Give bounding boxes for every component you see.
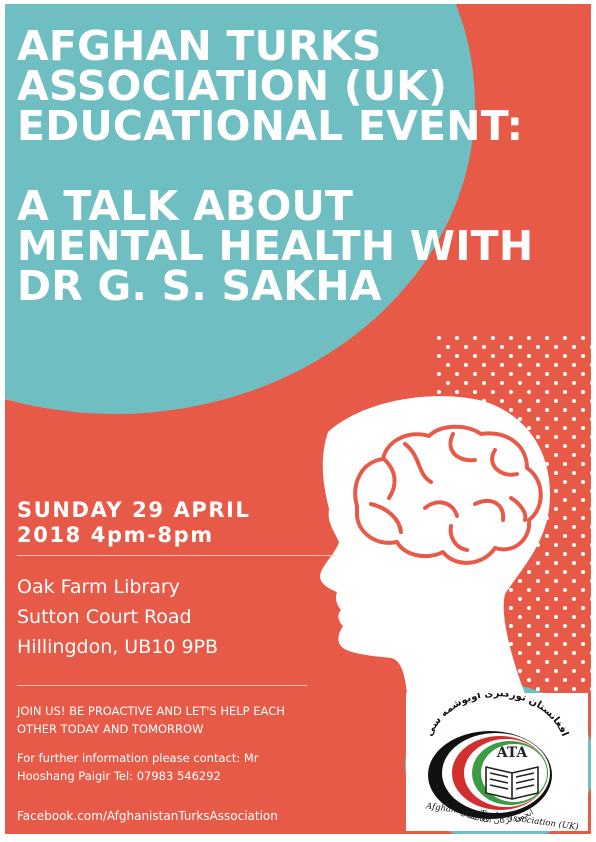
- contact-line: Hooshang Paigir Tel: 07983 546292: [17, 769, 221, 783]
- venue-address: Oak Farm Library Sutton Court Road Hilli…: [17, 572, 218, 662]
- headline-line: MENTAL HEALTH WITH: [17, 222, 534, 270]
- venue-street: Sutton Court Road: [17, 606, 192, 628]
- headline-line: ASSOCIATION (UK): [17, 62, 448, 110]
- event-poster: AFGHAN TURKS ASSOCIATION (UK) EDUCATIONA…: [0, 0, 596, 842]
- facebook-link[interactable]: Facebook.com/AfghanistanTurksAssociation: [17, 809, 278, 823]
- headline-line: AFGHAN TURKS: [17, 22, 382, 70]
- headline-line: DR G. S. SAKHA: [17, 262, 382, 310]
- call-to-action-line: JOIN US! BE PROACTIVE AND LET'S HELP EAC…: [17, 704, 285, 718]
- headline-line: A TALK ABOUT: [17, 182, 354, 230]
- call-to-action-line: OTHER TODAY AND TOMORROW: [17, 722, 204, 736]
- event-date: SUNDAY 29 APRIL 2018 4pm-8pm: [17, 498, 251, 548]
- logo-emblem: افغانستان تورکلری اویوشمه سی ATA انجمن ت…: [424, 688, 579, 833]
- logo-abbreviation: ATA: [496, 745, 529, 761]
- venue-name: Oak Farm Library: [17, 576, 180, 598]
- contact-info: For further information please contact: …: [17, 749, 347, 785]
- divider: [17, 555, 335, 556]
- call-to-action: JOIN US! BE PROACTIVE AND LET'S HELP EAC…: [17, 702, 347, 738]
- event-date-line: SUNDAY 29 APRIL: [17, 498, 251, 522]
- event-time-line: 2018 4pm-8pm: [17, 523, 214, 547]
- divider: [17, 685, 307, 686]
- association-logo: افغانستان تورکلری اویوشمه سی ATA انجمن ت…: [406, 688, 588, 833]
- contact-line: For further information please contact: …: [17, 751, 259, 765]
- headline-line: EDUCATIONAL EVENT:: [17, 102, 524, 150]
- venue-town: Hillingdon, UB10 9PB: [17, 636, 219, 658]
- event-headline: AFGHAN TURKS ASSOCIATION (UK) EDUCATIONA…: [17, 4, 587, 310]
